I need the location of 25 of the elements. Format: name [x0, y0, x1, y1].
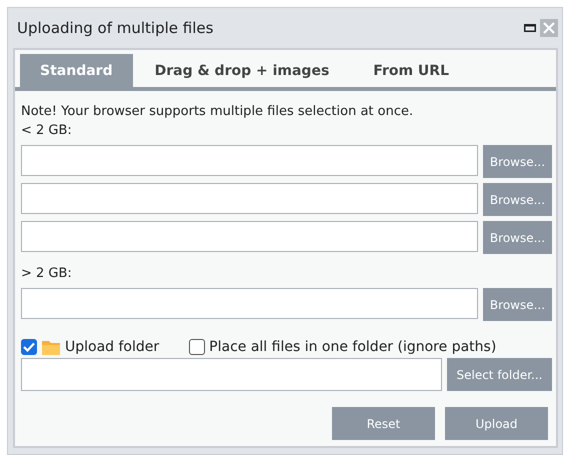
size-label: > 2 GB: [21, 266, 73, 281]
checkbox-label[interactable]: Upload folder [65, 339, 160, 355]
file-field[interactable] [21, 145, 478, 176]
browse-button[interactable]: Browse... [483, 183, 552, 216]
tab[interactable]: Standard [20, 54, 133, 87]
browse-button[interactable]: Browse... [483, 145, 552, 178]
folder-icon [41, 338, 61, 356]
tab[interactable]: From URL [351, 54, 472, 87]
size-label: < 2 GB: [21, 123, 73, 138]
file-field[interactable] [21, 183, 478, 214]
maximize-icon[interactable] [524, 24, 536, 32]
note-text: Note! Your browser supports multiple files selection at once. [21, 104, 414, 119]
browse-button[interactable]: Browse... [483, 221, 552, 254]
action-button[interactable]: Upload [445, 407, 548, 440]
window-title: Uploading of multiple files [17, 19, 214, 37]
checkbox-label[interactable]: Place all files in one folder (ignore paths) [209, 339, 496, 355]
checkbox[interactable] [21, 339, 37, 355]
checkbox[interactable] [189, 339, 206, 355]
folder-field[interactable] [21, 358, 442, 391]
file-field[interactable] [21, 221, 478, 252]
file-field[interactable] [21, 288, 478, 319]
action-button[interactable]: Reset [332, 407, 435, 440]
tab[interactable]: Drag & drop + images [132, 54, 352, 87]
browse-button[interactable]: Browse... [483, 288, 552, 321]
select-folder-button[interactable]: Select folder... [447, 358, 552, 391]
